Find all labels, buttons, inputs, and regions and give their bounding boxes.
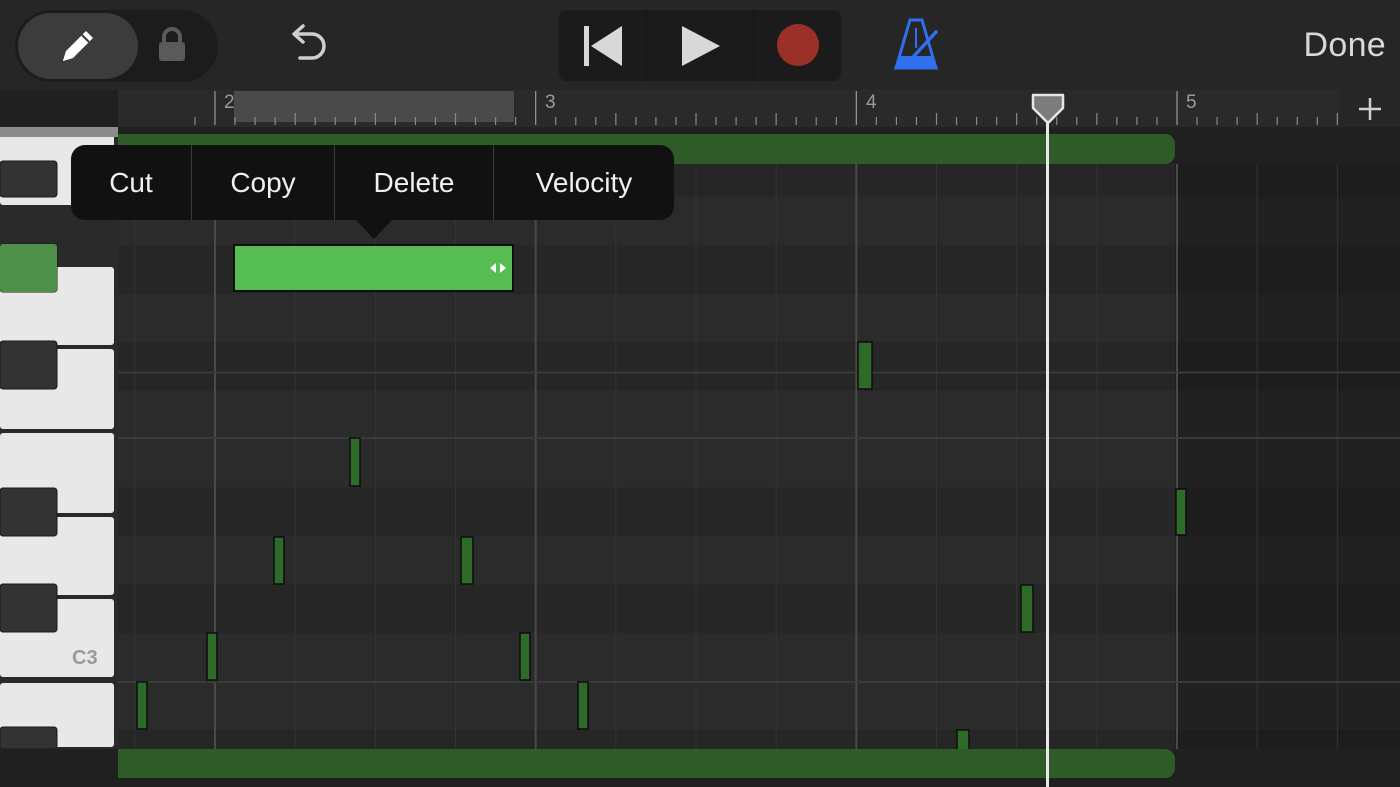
note-grid[interactable] xyxy=(118,164,1400,749)
record-icon xyxy=(777,24,819,66)
midi-note[interactable] xyxy=(1175,488,1187,536)
done-button[interactable]: Done xyxy=(1304,22,1386,68)
piano-roll-editor: Done 2 3 4 5 C3 Cut Copy Delete Velocity xyxy=(0,0,1400,787)
key-label-c3: C3 xyxy=(72,647,98,669)
midi-note[interactable] xyxy=(460,536,474,585)
play-icon xyxy=(682,26,720,66)
bar-number-5: 5 xyxy=(1186,92,1197,113)
record-button[interactable] xyxy=(755,10,841,81)
black-key[interactable] xyxy=(0,487,58,537)
bar-number-4: 4 xyxy=(866,92,877,113)
rewind-icon xyxy=(584,26,622,66)
bar-number-2: 2 xyxy=(224,92,235,113)
grid-canvas[interactable] xyxy=(118,164,1400,749)
undo-icon xyxy=(292,24,326,60)
midi-note[interactable] xyxy=(577,681,589,730)
bar-number-3: 3 xyxy=(545,92,556,113)
menu-item-delete[interactable]: Delete xyxy=(334,145,493,220)
play-button[interactable] xyxy=(648,10,752,81)
selected-midi-note[interactable] xyxy=(233,244,514,292)
midi-note[interactable] xyxy=(206,632,218,681)
region-footer-bar[interactable] xyxy=(118,749,1175,778)
lock-button[interactable] xyxy=(143,13,213,79)
midi-note[interactable] xyxy=(273,536,285,585)
midi-note[interactable] xyxy=(857,341,873,390)
context-menu-pointer xyxy=(355,219,393,239)
region-end-shade xyxy=(1175,164,1400,749)
metronome-icon xyxy=(894,18,938,70)
midi-note[interactable] xyxy=(349,437,361,487)
pencil-mode-button[interactable] xyxy=(18,13,138,79)
playhead-line xyxy=(1046,110,1049,787)
pencil-icon xyxy=(63,31,93,61)
midi-note[interactable] xyxy=(519,632,531,681)
menu-item-copy[interactable]: Copy xyxy=(191,145,334,220)
midi-note[interactable] xyxy=(1020,584,1034,633)
piano-keys[interactable] xyxy=(0,127,118,749)
plus-icon xyxy=(1359,98,1381,120)
midi-note[interactable] xyxy=(956,729,970,749)
black-key[interactable] xyxy=(0,340,58,390)
black-key[interactable] xyxy=(0,583,58,633)
context-menu: Cut Copy Delete Velocity xyxy=(71,145,674,220)
menu-item-velocity[interactable]: Velocity xyxy=(493,145,674,220)
black-key[interactable] xyxy=(0,160,58,198)
toolbar: Done xyxy=(0,0,1400,90)
black-key[interactable] xyxy=(0,726,58,749)
timeline-ruler[interactable]: 2 3 4 5 xyxy=(118,90,1340,127)
add-button[interactable] xyxy=(1340,90,1400,127)
ruler-selection[interactable] xyxy=(234,91,514,122)
ruler-ticks xyxy=(194,91,1338,125)
transport-controls xyxy=(559,10,841,81)
menu-item-cut[interactable]: Cut xyxy=(71,145,191,220)
piano-keyboard[interactable]: C3 xyxy=(0,127,118,749)
edit-mode-toggle[interactable] xyxy=(15,10,218,82)
midi-note[interactable] xyxy=(136,681,148,730)
keyboard-top-edge xyxy=(0,127,118,137)
undo-button[interactable] xyxy=(282,18,336,72)
playhead-handle[interactable] xyxy=(1030,92,1066,126)
rewind-button[interactable] xyxy=(559,10,645,81)
metronome-button[interactable] xyxy=(888,14,944,76)
highlighted-key[interactable] xyxy=(0,244,57,292)
lock-icon xyxy=(159,27,185,61)
